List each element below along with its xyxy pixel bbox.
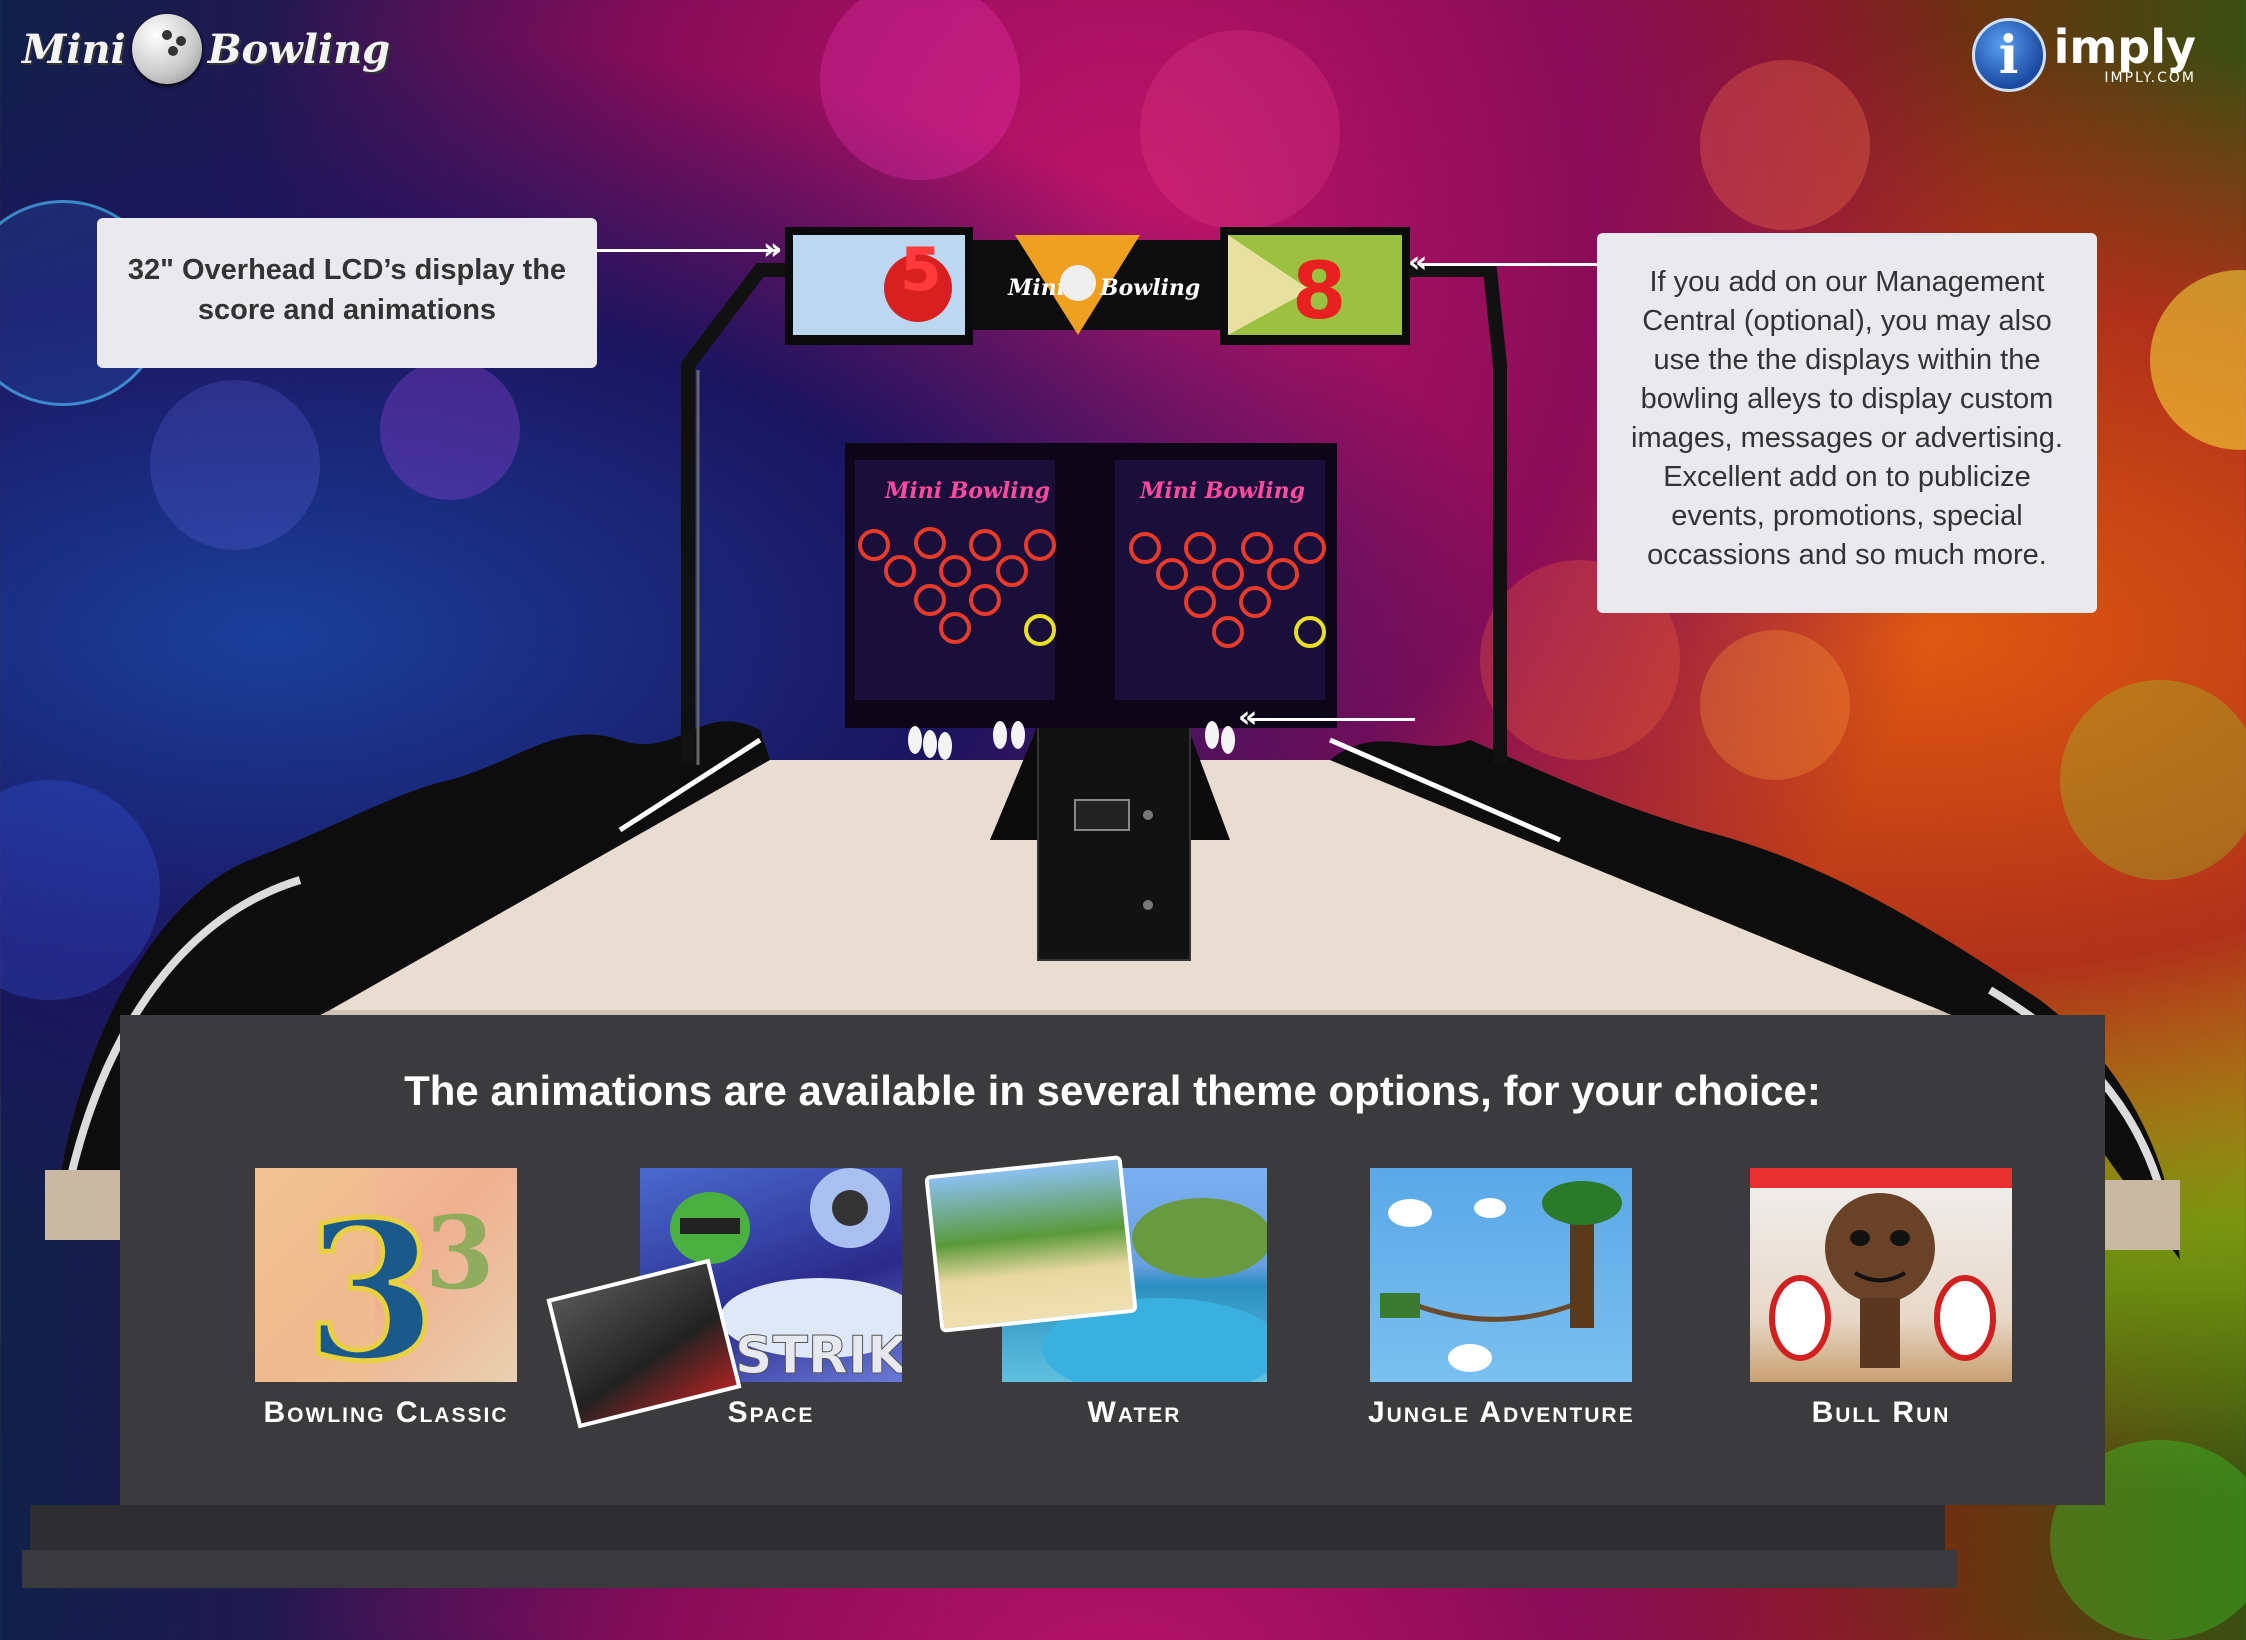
theme-label: Bull Run xyxy=(1811,1396,1951,1429)
center-divider xyxy=(990,720,1230,840)
overhead-arch xyxy=(681,263,1507,765)
bokeh-decoration xyxy=(380,360,520,500)
theme-label: Bowling Classic xyxy=(263,1396,509,1429)
bowling-pin-icon xyxy=(908,726,922,754)
lcd-display-callout: 32" Overhead LCD’s display the score and… xyxy=(97,218,597,368)
callout-arrow-line xyxy=(597,249,777,252)
bokeh-decoration xyxy=(1700,630,1850,780)
imply-brand: imply xyxy=(2053,20,2196,74)
theme-thumbnail xyxy=(1750,1168,2012,1382)
classic-three-icon: 3 3 xyxy=(255,1168,495,1382)
theme-bull-run[interactable]: Bull Run xyxy=(1750,1168,2012,1430)
management-central-callout-text: If you add on our Management Central (op… xyxy=(1631,266,2063,571)
machine-base-step xyxy=(22,1550,1957,1588)
svg-text:STRIKE: STRIKE xyxy=(735,1326,902,1382)
lcd-display-callout-text: 32" Overhead LCD’s display the score and… xyxy=(127,254,567,326)
arrow-left-icon: « xyxy=(1238,700,1258,735)
theme-thumbnail xyxy=(1370,1168,1633,1382)
imply-i-badge-icon: i xyxy=(1971,18,2046,92)
machine-base-front xyxy=(30,1505,1945,1555)
monitor-left-digit: 5 xyxy=(900,235,942,305)
themes-panel-title: The animations are available in several … xyxy=(404,1067,1821,1114)
bull-ball-icon xyxy=(1750,1168,2012,1368)
overhead-monitor-right xyxy=(1220,227,1410,345)
bokeh-decoration xyxy=(150,380,320,550)
svg-text:3: 3 xyxy=(425,1194,495,1312)
bokeh-decoration xyxy=(1700,60,1870,230)
backdrop-screen xyxy=(845,443,1337,728)
imply-logo: i imply IMPLY.COM xyxy=(1971,18,2196,92)
bokeh-decoration xyxy=(2060,680,2246,880)
management-central-callout: If you add on our Management Central (op… xyxy=(1597,233,2097,613)
bokeh-decoration xyxy=(1140,30,1340,230)
bokeh-decoration xyxy=(0,780,160,1000)
themes-panel: The animations are available in several … xyxy=(120,1015,2105,1505)
arrow-left-icon: « xyxy=(1408,245,1428,280)
mini-bowling-logo: Mini Bowling xyxy=(22,14,390,84)
theme-thumbnail: 3 3 xyxy=(255,1168,517,1382)
bokeh-decoration xyxy=(820,0,1020,180)
callout-arrow-line xyxy=(1250,718,1415,721)
water-beach-photo xyxy=(924,1155,1138,1333)
bokeh-decoration xyxy=(2150,270,2246,450)
lane-surface xyxy=(330,760,1940,1010)
jungle-bridge-icon xyxy=(1380,1181,1623,1372)
monitor-right-digit: 8 xyxy=(1292,247,1346,337)
bowling-ball-icon xyxy=(131,14,202,84)
theme-jungle-adventure[interactable]: Jungle Adventure xyxy=(1368,1168,1635,1430)
lane-screen-logo-left: Mini Bowling xyxy=(884,478,1050,504)
callout-arrow-line xyxy=(1420,263,1597,266)
logo-word-mini: Mini xyxy=(22,25,126,73)
center-sign-text: Mini xyxy=(1007,275,1065,301)
imply-url: IMPLY.COM xyxy=(2104,70,2196,86)
logo-word-bowling: Bowling xyxy=(207,25,391,73)
theme-label: Jungle Adventure xyxy=(1368,1396,1635,1429)
arrow-right-icon: » xyxy=(763,232,783,267)
overhead-monitor-left xyxy=(785,227,973,345)
svg-text:Bowling: Bowling xyxy=(1099,275,1200,301)
lane-screen-logo-right: Mini Bowling xyxy=(1139,478,1305,504)
theme-bowling-classic[interactable]: 3 3 Bowling Classic xyxy=(255,1168,517,1430)
svg-text:3: 3 xyxy=(305,1180,437,1382)
center-sign-triangle xyxy=(1015,235,1140,335)
coin-cabinet xyxy=(1037,714,1191,961)
theme-label: Water xyxy=(1087,1396,1182,1429)
